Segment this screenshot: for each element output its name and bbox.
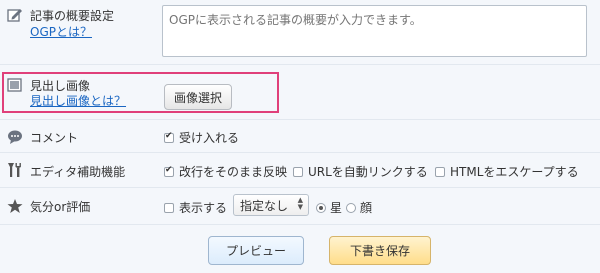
accept-comments-option[interactable]: 受け入れる [164, 129, 239, 146]
escape-html-label: HTMLをエスケープする [450, 165, 579, 179]
mood-label: 気分or評価 [30, 200, 91, 214]
star-radio-label: 星 [330, 201, 343, 215]
escape-html-checkbox[interactable] [435, 166, 445, 177]
image-icon [7, 78, 22, 92]
display-mood-label: 表示する [179, 201, 228, 215]
editor-label: エディタ補助機能 [30, 165, 126, 179]
ogp-help-link[interactable]: OGPとは？ [30, 23, 92, 40]
autolink-url-checkbox[interactable] [293, 166, 303, 177]
heading-image-help-link[interactable]: 見出し画像とは？ [30, 92, 126, 109]
preview-button[interactable]: プレビュー [208, 236, 304, 265]
star-icon [7, 199, 23, 213]
autolink-url-label: URLを自動リンクする [308, 165, 428, 179]
keep-linebreaks-checkbox[interactable] [164, 165, 174, 177]
keep-linebreaks-label: 改行をそのまま反映 [179, 165, 288, 179]
face-radio-option[interactable]: 顔 [346, 199, 372, 216]
star-radio-option[interactable]: 星 [316, 199, 342, 216]
display-mood-option[interactable]: 表示する [164, 199, 227, 216]
editor-row: エディタ補助機能 改行をそのまま反映 URLを自動リンクする HTMLをエスケー… [0, 153, 600, 188]
accept-comments-checkbox[interactable] [164, 131, 174, 143]
star-radio[interactable] [316, 202, 326, 213]
autolink-url-option[interactable]: URLを自動リンクする [293, 163, 428, 180]
heading-image-row: 見出し画像 見出し画像とは？ 画像選択 [0, 65, 600, 120]
mood-select[interactable]: 指定なし ▲ ▼ [233, 194, 309, 216]
accept-comments-label: 受け入れる [179, 131, 240, 145]
select-image-button[interactable]: 画像選択 [164, 84, 232, 110]
face-radio[interactable] [346, 202, 356, 213]
summary-textarea[interactable] [162, 5, 587, 57]
face-radio-label: 顔 [360, 201, 373, 215]
display-mood-checkbox[interactable] [164, 202, 174, 213]
mood-select-value: 指定なし [240, 198, 289, 213]
mood-row: 気分or評価 表示する 指定なし ▲ ▼ 星 顔 [0, 188, 600, 225]
edit-icon [7, 9, 22, 22]
summary-row: 記事の概要設定 OGPとは？ [0, 0, 600, 65]
comment-icon [8, 130, 22, 144]
comment-row: コメント 受け入れる [0, 120, 600, 153]
comment-label: コメント [30, 131, 79, 145]
escape-html-option[interactable]: HTMLをエスケープする [435, 163, 579, 180]
save-draft-button[interactable]: 下書き保存 [329, 236, 431, 265]
summary-label: 記事の概要設定 [30, 9, 115, 23]
tools-icon [8, 163, 21, 177]
keep-linebreaks-option[interactable]: 改行をそのまま反映 [164, 163, 287, 180]
select-arrows-icon: ▲ ▼ [297, 196, 303, 211]
